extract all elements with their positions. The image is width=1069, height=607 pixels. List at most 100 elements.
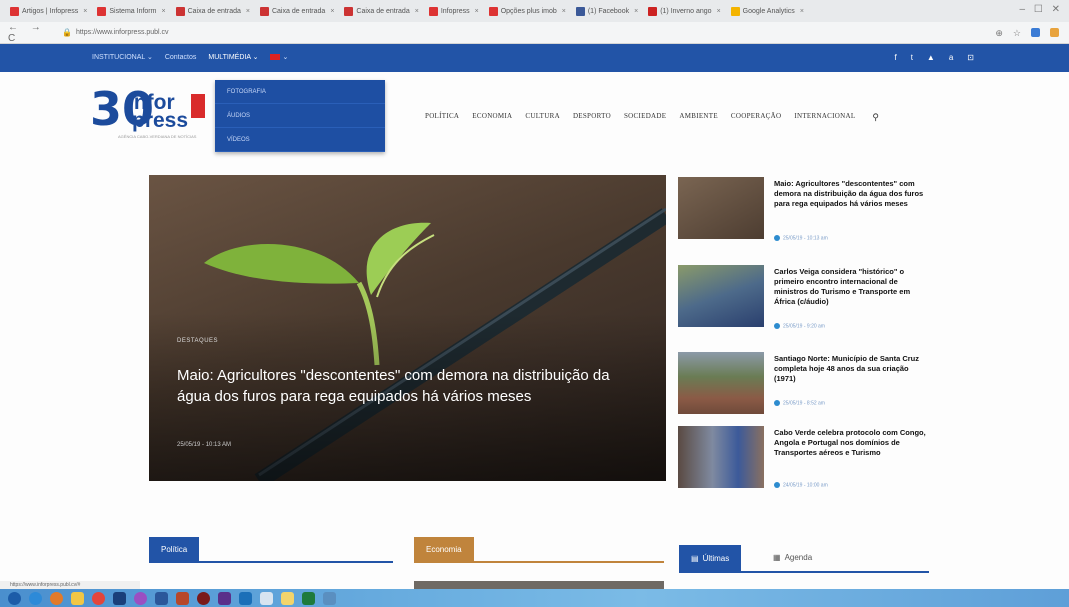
multimedia-dropdown: FOTOGRAFIA ÁUDIOS VÍDEOS bbox=[215, 80, 385, 152]
close-tab-icon[interactable]: × bbox=[562, 8, 566, 15]
skype-icon[interactable] bbox=[134, 591, 147, 605]
browser-tab-bar: Artigos | Infopress × Sistema Inform × Caixa… bbox=[0, 0, 1069, 22]
star-icon[interactable]: ☆ bbox=[1013, 28, 1021, 39]
tab-favicon-icon bbox=[428, 6, 438, 16]
close-tab-icon[interactable]: × bbox=[415, 8, 419, 15]
facebook-icon[interactable]: f bbox=[894, 53, 896, 62]
browser-tab[interactable]: Opções plus imob × bbox=[488, 3, 566, 19]
hero-article[interactable]: DESTAQUES Maio: Agricultores "descontent… bbox=[149, 175, 666, 481]
close-tab-icon[interactable]: × bbox=[83, 8, 87, 15]
app-icon[interactable] bbox=[281, 591, 294, 605]
extension-icon[interactable] bbox=[1050, 28, 1059, 37]
tab-title: Infopress bbox=[440, 7, 470, 15]
news-thumbnail[interactable] bbox=[678, 265, 764, 327]
tab-favicon-icon bbox=[730, 6, 740, 16]
media-player-icon[interactable] bbox=[50, 591, 63, 605]
hero-category[interactable]: DESTAQUES bbox=[177, 338, 218, 344]
clock-icon bbox=[774, 400, 780, 406]
hero-title[interactable]: Maio: Agricultores "descontentes" com de… bbox=[177, 365, 647, 407]
news-title[interactable]: Maio: Agricultores "descontentes" com de… bbox=[774, 179, 932, 209]
browser-tab[interactable]: (1) Inverno ango × bbox=[648, 3, 721, 19]
news-thumbnail[interactable] bbox=[678, 426, 764, 488]
browser-tab[interactable]: Sistema Inform × bbox=[97, 3, 166, 19]
nav-cooperacao[interactable]: COOPERAÇÃO bbox=[731, 112, 781, 123]
language-selector[interactable]: ⌄ bbox=[270, 53, 288, 61]
tab-favicon-icon bbox=[10, 6, 19, 16]
twitter-icon[interactable]: t bbox=[911, 53, 913, 62]
app-icon[interactable] bbox=[323, 591, 336, 605]
top-nav-institucional[interactable]: INSTITUCIONAL ⌄ bbox=[92, 53, 153, 61]
nav-politica[interactable]: POLÍTICA bbox=[425, 112, 459, 123]
browser-tab[interactable]: Artigos | Infopress × bbox=[10, 3, 87, 19]
tab-title: Sistema Inform bbox=[109, 7, 157, 15]
nav-cultura[interactable]: CULTURA bbox=[525, 112, 560, 123]
app-icon[interactable] bbox=[239, 591, 252, 605]
close-tab-icon[interactable]: × bbox=[246, 8, 250, 15]
tab-title: Google Analytics bbox=[742, 7, 795, 15]
news-thumbnail[interactable] bbox=[678, 177, 764, 239]
news-thumbnail[interactable] bbox=[678, 352, 764, 414]
close-tab-icon[interactable]: × bbox=[161, 8, 165, 15]
news-title[interactable]: Santiago Norte: Município de Santa Cruz … bbox=[774, 354, 932, 384]
folder-icon[interactable] bbox=[71, 591, 84, 605]
browser-tab[interactable]: Caixa de entrada × bbox=[344, 3, 419, 19]
app-icon[interactable] bbox=[197, 591, 210, 605]
close-tab-icon[interactable]: × bbox=[800, 8, 804, 15]
tab-favicon-icon bbox=[344, 6, 354, 16]
top-nav-contactos[interactable]: Contactos bbox=[165, 54, 197, 61]
ie-icon[interactable] bbox=[29, 591, 42, 605]
start-button[interactable] bbox=[8, 591, 21, 605]
soundcloud-icon[interactable]: ▲ bbox=[927, 53, 935, 62]
nav-sociedade[interactable]: SOCIEDADE bbox=[624, 112, 666, 123]
audio-icon[interactable]: a bbox=[949, 53, 953, 62]
word-icon[interactable] bbox=[155, 591, 168, 605]
nav-ambiente[interactable]: AMBIENTE bbox=[679, 112, 718, 123]
app-icon[interactable] bbox=[260, 591, 273, 605]
close-tab-icon[interactable]: × bbox=[717, 8, 721, 15]
rss-icon[interactable]: ⊡ bbox=[967, 53, 974, 62]
news-date: 25/05/19 - 8:52 am bbox=[774, 400, 825, 406]
lock-icon: 🔒 bbox=[62, 28, 72, 37]
tab-favicon-icon bbox=[175, 6, 185, 16]
site-logo[interactable]: 30 infor press AGÊNCIA CABO-VERDIANA DE … bbox=[88, 82, 228, 144]
excel-icon[interactable] bbox=[302, 591, 315, 605]
powerpoint-icon[interactable] bbox=[176, 591, 189, 605]
nav-internacional[interactable]: INTERNACIONAL bbox=[794, 112, 855, 123]
browser-tab[interactable]: (1) Facebook × bbox=[575, 3, 638, 19]
news-title[interactable]: Cabo Verde celebra protocolo com Congo, … bbox=[774, 428, 932, 458]
onenote-icon[interactable] bbox=[218, 591, 231, 605]
side-news-item[interactable]: Cabo Verde celebra protocolo com Congo, … bbox=[678, 426, 948, 490]
top-nav: INSTITUCIONAL ⌄ Contactos MULTIMÉDIA ⌄ ⌄ bbox=[92, 53, 288, 62]
outlook-icon[interactable] bbox=[113, 591, 126, 605]
news-date: 25/05/19 - 9:20 am bbox=[774, 323, 825, 329]
dropdown-item-videos[interactable]: VÍDEOS bbox=[215, 128, 385, 152]
side-news-item[interactable]: Carlos Veiga considera "histórico" o pri… bbox=[678, 265, 948, 329]
nav-economia[interactable]: ECONOMIA bbox=[472, 112, 512, 123]
nav-desporto[interactable]: DESPORTO bbox=[573, 112, 611, 123]
nav-buttons[interactable]: ← → C bbox=[0, 22, 62, 44]
side-news-item[interactable]: Maio: Agricultores "descontentes" com de… bbox=[678, 177, 948, 241]
address-bar: ← → C 🔒 https://www.inforpress.publ.cv ⊕… bbox=[0, 22, 1069, 44]
top-nav-multimedia[interactable]: MULTIMÉDIA ⌄ bbox=[208, 53, 258, 61]
dropdown-item-fotografia[interactable]: FOTOGRAFIA bbox=[215, 80, 385, 104]
url-field[interactable]: https://www.inforpress.publ.cv bbox=[76, 29, 169, 36]
zoom-icon[interactable]: ⊕ bbox=[995, 28, 1003, 39]
browser-tab[interactable]: Infopress × bbox=[428, 3, 479, 19]
close-tab-icon[interactable]: × bbox=[634, 8, 638, 15]
browser-tab[interactable]: Caixa de entrada × bbox=[259, 3, 334, 19]
dropdown-item-audios[interactable]: ÁUDIOS bbox=[215, 104, 385, 128]
close-tab-icon[interactable]: × bbox=[330, 8, 334, 15]
side-news-item[interactable]: Santiago Norte: Município de Santa Cruz … bbox=[678, 352, 948, 416]
windows-taskbar bbox=[0, 589, 1069, 607]
news-title[interactable]: Carlos Veiga considera "histórico" o pri… bbox=[774, 267, 932, 307]
window-controls[interactable]: ‒ ☐ ✕ bbox=[1020, 4, 1063, 15]
chrome-icon[interactable] bbox=[92, 591, 105, 605]
hero-date: 25/05/19 - 10:13 AM bbox=[177, 442, 232, 448]
extension-icon[interactable] bbox=[1031, 28, 1040, 37]
logo-stripe bbox=[191, 94, 205, 118]
search-icon[interactable]: ⚲ bbox=[872, 112, 879, 123]
browser-status-url: https://www.inforpress.publ.cv/# bbox=[0, 581, 140, 589]
browser-tab[interactable]: Google Analytics × bbox=[730, 3, 804, 19]
close-tab-icon[interactable]: × bbox=[475, 8, 479, 15]
browser-tab[interactable]: Caixa de entrada × bbox=[175, 3, 250, 19]
